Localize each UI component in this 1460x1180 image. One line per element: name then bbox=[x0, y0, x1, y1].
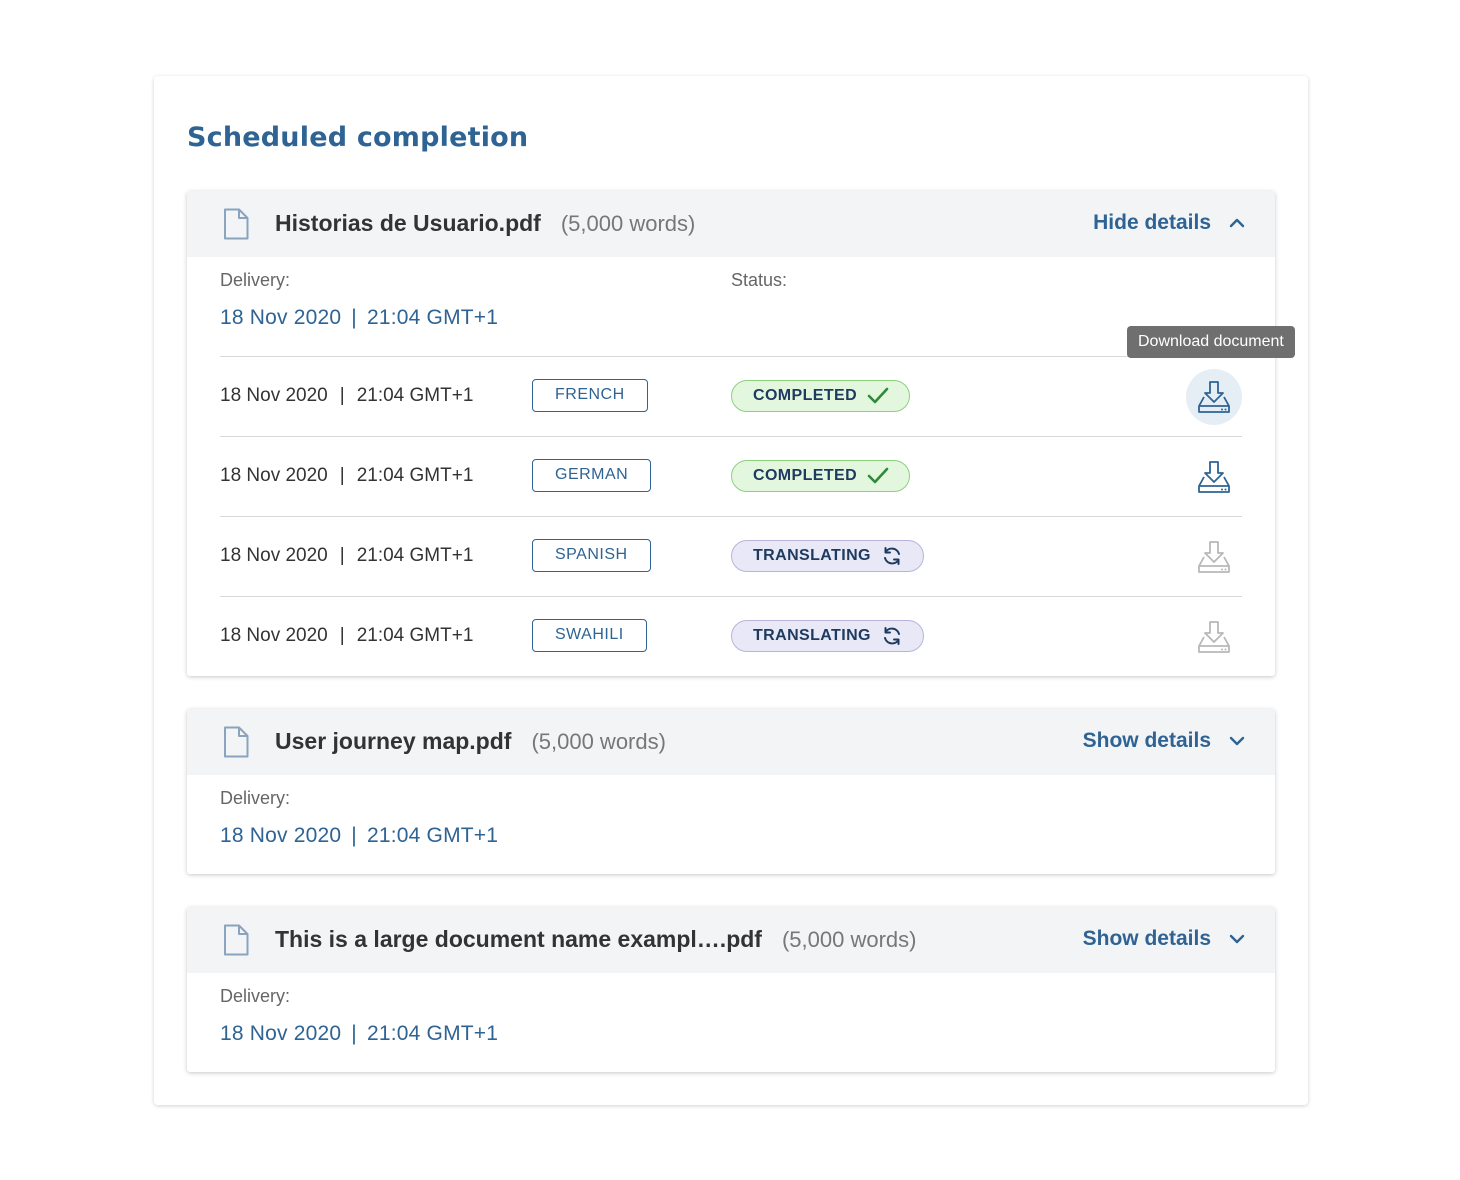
language-badge: GERMAN bbox=[532, 459, 652, 492]
row-delivery: 18 Nov 2020 | 21:04 GMT+1 bbox=[220, 465, 473, 487]
chevron-down-icon bbox=[1229, 934, 1245, 944]
language-badge: FRENCH bbox=[532, 379, 648, 412]
download-tooltip: Download document bbox=[1127, 326, 1295, 358]
status-badge: TRANSLATING bbox=[731, 620, 924, 652]
delivery-time: 21:04 GMT+1 bbox=[366, 824, 499, 847]
download-tray-icon bbox=[1198, 541, 1230, 573]
row-date: 18 Nov 2020 bbox=[220, 545, 328, 566]
language-row: 18 Nov 2020 | 21:04 GMT+1 GERMAN COMPLETED bbox=[220, 436, 1242, 516]
language-row: 18 Nov 2020 | 21:04 GMT+1 SWAHILI TRANSLAT… bbox=[220, 596, 1242, 676]
document-header: User journey map.pdf (5,000 words) Show d… bbox=[187, 709, 1275, 775]
language-row: 18 Nov 2020 | 21:04 GMT+1 FRENCH COMPLETED bbox=[220, 356, 1242, 436]
delivery-value: 18 Nov 2020 | 21:04 GMT+1 bbox=[220, 306, 498, 330]
document-name-text: User journey map.pdf bbox=[275, 728, 512, 754]
row-delivery: 18 Nov 2020 | 21:04 GMT+1 bbox=[220, 625, 473, 647]
chevron-down-icon bbox=[1229, 736, 1245, 746]
separator: | bbox=[339, 385, 345, 406]
word-count: (5,000 words) bbox=[781, 927, 917, 952]
status-label: Status: bbox=[731, 270, 788, 290]
row-time: 21:04 GMT+1 bbox=[356, 385, 474, 406]
document-name: User journey map.pdf (5,000 words) bbox=[275, 728, 666, 755]
toggle-label: Show details bbox=[1082, 729, 1211, 752]
document-header: This is a large document name exampl….pd… bbox=[187, 907, 1275, 973]
download-button-disabled bbox=[1186, 529, 1242, 585]
delivery-date: 18 Nov 2020 bbox=[220, 824, 342, 847]
row-delivery: 18 Nov 2020 | 21:04 GMT+1 bbox=[220, 545, 473, 567]
document-card-historias: Historias de Usuario.pdf (5,000 words) Hi… bbox=[187, 191, 1275, 676]
delivery-label: Delivery: bbox=[220, 986, 291, 1006]
download-tray-icon bbox=[1198, 461, 1230, 493]
show-details-button[interactable]: Show details bbox=[1083, 927, 1245, 951]
row-time: 21:04 GMT+1 bbox=[356, 465, 474, 486]
delivery-label: Delivery: bbox=[220, 788, 291, 808]
download-tray-icon bbox=[1198, 381, 1230, 413]
document-name: This is a large document name exampl….pd… bbox=[275, 926, 916, 953]
row-delivery: 18 Nov 2020 | 21:04 GMT+1 bbox=[220, 385, 473, 407]
toggle-label: Hide details bbox=[1093, 211, 1211, 234]
sync-icon bbox=[883, 547, 900, 565]
show-details-button[interactable]: Show details bbox=[1083, 729, 1245, 753]
download-button-disabled bbox=[1186, 609, 1242, 665]
row-date: 18 Nov 2020 bbox=[220, 625, 328, 646]
delivery-time: 21:04 GMT+1 bbox=[366, 1022, 499, 1045]
document-name: Historias de Usuario.pdf (5,000 words) bbox=[275, 210, 695, 237]
separator: | bbox=[339, 465, 345, 486]
language-row: 18 Nov 2020 | 21:04 GMT+1 SPANISH TRANSLAT… bbox=[220, 516, 1242, 596]
status-text: COMPLETED bbox=[753, 387, 858, 404]
word-count: (5,000 words) bbox=[560, 211, 696, 236]
sync-icon bbox=[883, 627, 900, 645]
separator: | bbox=[339, 545, 345, 566]
row-date: 18 Nov 2020 bbox=[220, 465, 328, 486]
check-icon bbox=[867, 387, 889, 404]
word-count: (5,000 words) bbox=[531, 729, 666, 754]
document-card-large-name: This is a large document name exampl….pd… bbox=[187, 907, 1275, 1072]
row-time: 21:04 GMT+1 bbox=[356, 545, 474, 566]
hide-details-button[interactable]: Hide details bbox=[1093, 211, 1245, 235]
download-button[interactable] bbox=[1186, 449, 1242, 505]
download-tray-icon bbox=[1198, 621, 1230, 653]
document-card-user-journey: User journey map.pdf (5,000 words) Show d… bbox=[187, 709, 1275, 874]
status-text: COMPLETED bbox=[753, 467, 858, 484]
chevron-up-icon bbox=[1229, 218, 1245, 228]
file-icon bbox=[224, 924, 249, 956]
delivery-time: 21:04 GMT+1 bbox=[366, 306, 499, 329]
row-time: 21:04 GMT+1 bbox=[356, 625, 474, 646]
delivery-date: 18 Nov 2020 bbox=[220, 306, 342, 329]
check-icon bbox=[867, 467, 889, 484]
document-name-text: This is a large document name exampl….pd… bbox=[275, 926, 762, 952]
row-date: 18 Nov 2020 bbox=[220, 385, 328, 406]
file-icon bbox=[224, 726, 249, 758]
file-icon bbox=[224, 208, 249, 240]
toggle-label: Show details bbox=[1082, 927, 1211, 950]
delivery-label: Delivery: bbox=[220, 270, 291, 290]
separator: | bbox=[351, 824, 357, 847]
document-header: Historias de Usuario.pdf (5,000 words) Hi… bbox=[187, 191, 1275, 257]
delivery-date: 18 Nov 2020 bbox=[220, 1022, 342, 1045]
status-text: TRANSLATING bbox=[753, 627, 871, 644]
language-badge: SPANISH bbox=[532, 539, 651, 572]
status-text: TRANSLATING bbox=[753, 547, 871, 564]
status-badge: COMPLETED bbox=[731, 460, 911, 492]
page-title: Scheduled completion bbox=[187, 122, 529, 153]
delivery-value: 18 Nov 2020 | 21:04 GMT+1 bbox=[220, 1022, 498, 1046]
separator: | bbox=[339, 625, 345, 646]
status-badge: COMPLETED bbox=[731, 380, 911, 412]
delivery-value: 18 Nov 2020 | 21:04 GMT+1 bbox=[220, 824, 498, 848]
separator: | bbox=[351, 306, 357, 329]
download-button[interactable] bbox=[1186, 369, 1242, 425]
separator: | bbox=[351, 1022, 357, 1045]
status-badge: TRANSLATING bbox=[731, 540, 924, 572]
language-list: 18 Nov 2020 | 21:04 GMT+1 FRENCH COMPLETED… bbox=[220, 356, 1242, 676]
language-badge: SWAHILI bbox=[532, 619, 647, 652]
document-name-text: Historias de Usuario.pdf bbox=[275, 210, 541, 236]
